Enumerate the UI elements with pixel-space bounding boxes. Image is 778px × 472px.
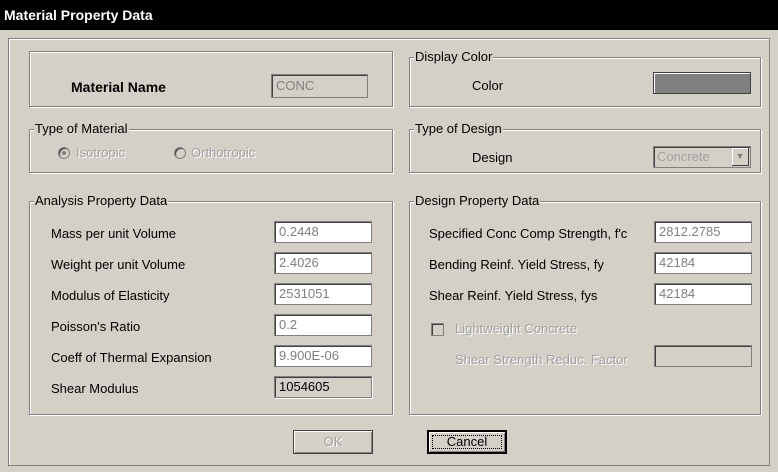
analysis-property-group: Analysis Property Data Mass per unit Vol…	[29, 193, 393, 415]
title-bar: Material Property Data	[0, 0, 778, 30]
bending-yield-stress-input[interactable]: 42184	[654, 252, 752, 274]
shear-strength-reduc-input[interactable]	[654, 345, 752, 367]
modulus-of-elasticity-input[interactable]: 2531051	[274, 283, 372, 305]
mass-per-unit-volume-label: Mass per unit Volume	[51, 226, 177, 241]
thermal-expansion-input[interactable]: 9.900E-06	[274, 345, 372, 367]
type-of-material-legend: Type of Material	[34, 121, 129, 137]
mass-per-unit-volume-input[interactable]: 0.2448	[274, 221, 372, 243]
type-of-design-legend: Type of Design	[414, 121, 503, 137]
lightweight-concrete-checkbox[interactable]	[431, 323, 444, 336]
design-select[interactable]: Concrete ▼	[653, 146, 751, 168]
conc-comp-strength-label: Specified Conc Comp Strength, f'c	[429, 226, 628, 241]
shear-strength-reduc-label: Shear Strength Reduc. Factor	[455, 352, 628, 367]
analysis-property-legend: Analysis Property Data	[34, 193, 169, 209]
thermal-expansion-label: Coeff of Thermal Expansion	[51, 350, 212, 365]
color-swatch-button[interactable]	[653, 72, 751, 94]
design-label: Design	[472, 150, 513, 165]
isotropic-label: Isotropic	[76, 145, 126, 160]
orthotropic-label: Orthotropic	[191, 145, 256, 160]
dialog-body: Material Name CONC Display Color Color T…	[8, 38, 770, 466]
orthotropic-radio[interactable]	[174, 147, 186, 159]
chevron-down-icon[interactable]: ▼	[732, 148, 749, 166]
modulus-of-elasticity-label: Modulus of Elasticity	[51, 288, 170, 303]
shear-modulus-label: Shear Modulus	[51, 381, 139, 396]
shear-modulus-value: 1054605	[274, 376, 372, 398]
poissons-ratio-input[interactable]: 0.2	[274, 314, 372, 336]
poissons-ratio-label: Poisson's Ratio	[51, 319, 141, 334]
lightweight-concrete-label: Lightweight Concrete	[455, 321, 578, 336]
material-name-group: Material Name CONC	[29, 51, 393, 107]
focus-rectangle	[432, 435, 502, 449]
color-label: Color	[472, 78, 504, 93]
bending-yield-stress-label: Bending Reinf. Yield Stress, fy	[429, 257, 604, 272]
isotropic-radio[interactable]	[58, 147, 70, 159]
design-select-value: Concrete	[657, 149, 710, 164]
design-property-group: Design Property Data Specified Conc Comp…	[409, 193, 761, 415]
weight-per-unit-volume-label: Weight per unit Volume	[51, 257, 186, 272]
display-color-group: Display Color Color	[409, 49, 761, 107]
shear-yield-stress-label: Shear Reinf. Yield Stress, fys	[429, 288, 598, 303]
material-name-label: Material Name	[71, 79, 166, 95]
type-of-design-group: Type of Design Design Concrete ▼	[409, 121, 761, 173]
cancel-button[interactable]: Cancel	[427, 430, 507, 454]
design-property-legend: Design Property Data	[414, 193, 541, 209]
conc-comp-strength-input[interactable]: 2812.2785	[654, 221, 752, 243]
ok-button[interactable]: OK	[293, 430, 373, 454]
material-name-field[interactable]: CONC	[271, 74, 368, 98]
type-of-material-group: Type of Material Isotropic Orthotropic	[29, 121, 393, 173]
radio-selected-dot	[62, 151, 66, 155]
window-title: Material Property Data	[4, 7, 153, 23]
shear-yield-stress-input[interactable]: 42184	[654, 283, 752, 305]
display-color-legend: Display Color	[414, 49, 494, 65]
weight-per-unit-volume-input[interactable]: 2.4026	[274, 252, 372, 274]
